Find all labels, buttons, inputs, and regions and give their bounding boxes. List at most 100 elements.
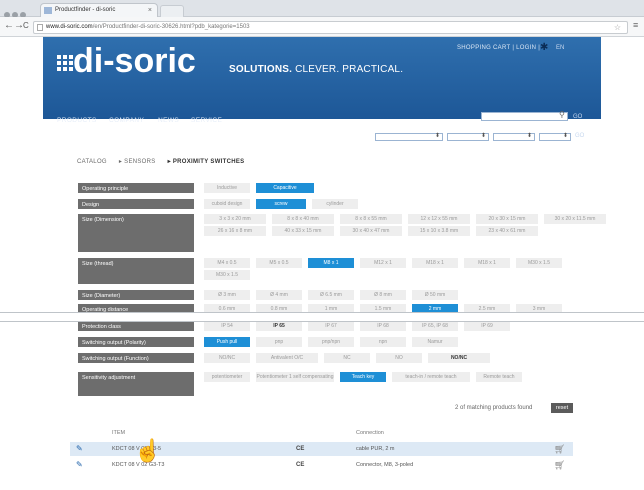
filter-label: Size (Diameter): [78, 290, 194, 300]
filter-option[interactable]: potentiometer: [204, 372, 250, 382]
browser-tab[interactable]: Productfinder - di-soric ×: [40, 3, 158, 17]
filter-option[interactable]: cuboid design: [204, 199, 250, 209]
filter-option[interactable]: Ø 8 mm: [360, 290, 406, 300]
bookmark-star-icon[interactable]: ☆: [614, 22, 621, 33]
filter-option[interactable]: M4 x 0.5: [204, 258, 250, 268]
page-icon: [37, 24, 43, 31]
crumb-sensors[interactable]: ▸ SENSORS: [119, 159, 156, 165]
nav-service[interactable]: SERVICE: [191, 117, 222, 124]
filter-option[interactable]: IP 54: [204, 321, 250, 331]
filter-option[interactable]: Capacitive: [256, 183, 314, 193]
favicon-icon: [44, 7, 52, 14]
url-path: /en/Productfinder-di-soric-30626.html?pd…: [92, 24, 250, 30]
filter-option[interactable]: 30 x 40 x 47 mm: [340, 226, 402, 236]
filter-option[interactable]: Potentiometer 1 self compensating: [256, 372, 334, 382]
filter-option[interactable]: Namur: [412, 337, 458, 347]
select-1[interactable]: ⬍: [375, 133, 443, 141]
match-count: 2 of matching products found: [455, 405, 533, 411]
browser-menu-icon[interactable]: ≡: [633, 20, 638, 30]
filter-option[interactable]: M5 x 0.5: [256, 258, 302, 268]
edit-icon[interactable]: ✎: [76, 442, 83, 456]
filter-label: Switching output (Function): [78, 353, 194, 363]
filter-option[interactable]: cylinder: [312, 199, 358, 209]
tab-bar: Productfinder - di-soric ×: [0, 0, 644, 18]
filter-option[interactable]: 30 x 20 x 11.5 mm: [544, 214, 606, 224]
filter-option[interactable]: M18 x 1: [464, 258, 510, 268]
filter-option[interactable]: teach-in / remote teach: [392, 372, 470, 382]
edit-icon[interactable]: ✎: [76, 458, 83, 472]
globe-icon[interactable]: ✱: [540, 42, 548, 53]
filter-option[interactable]: Antivalent O/C: [256, 353, 318, 363]
filter-option[interactable]: IP 69: [464, 321, 510, 331]
breadcrumb: CATALOG ▸ SENSORS ▸ PROXIMITY SWITCHES: [77, 158, 254, 165]
hand-cursor-icon: ☝: [134, 438, 162, 463]
filter-option[interactable]: IP 68: [360, 321, 406, 331]
search-go[interactable]: GO: [573, 114, 582, 120]
site-header: di-soric SOLUTIONS. CLEVER. PRACTICAL. S…: [43, 37, 601, 119]
divider: [0, 321, 644, 322]
filter-option[interactable]: M18 x 1: [412, 258, 458, 268]
filter-option[interactable]: M30 x 1.5: [204, 270, 250, 280]
site-logo[interactable]: di-soric: [73, 42, 196, 81]
col-item: ITEM: [112, 430, 126, 436]
crumb-catalog[interactable]: CATALOG: [77, 159, 107, 165]
filter-option[interactable]: NC: [324, 353, 370, 363]
search-icon[interactable]: ⚲: [559, 110, 565, 119]
filter-option[interactable]: 12 x 12 x 55 mm: [408, 214, 470, 224]
filter-option[interactable]: Ø 6.5 mm: [308, 290, 354, 300]
filter-option[interactable]: 26 x 16 x 8 mm: [204, 226, 266, 236]
filter-option[interactable]: Remote teach: [476, 372, 522, 382]
search-input[interactable]: [481, 112, 568, 121]
nav-news[interactable]: NEWS: [158, 117, 179, 124]
cart-icon[interactable]: 🛒︎: [554, 458, 565, 472]
filter-option[interactable]: 20 x 30 x 15 mm: [476, 214, 538, 224]
select-3[interactable]: ⬍: [493, 133, 535, 141]
address-bar[interactable]: www.di-soric.com/en/Productfinder-di-sor…: [33, 21, 628, 34]
filter-option[interactable]: Teach key: [340, 372, 386, 382]
filter-go[interactable]: GO: [575, 133, 584, 139]
filter-option[interactable]: NO/NC: [428, 353, 490, 363]
filter-row: Size (Dimension) 3 x 3 x 20 mm 8 x 8 x 40 …: [78, 214, 606, 252]
filter-option[interactable]: M12 x 1: [360, 258, 406, 268]
nav-company[interactable]: COMPANY: [109, 117, 144, 124]
filter-option[interactable]: Inductive: [204, 183, 250, 193]
filter-option[interactable]: Push pull: [204, 337, 250, 347]
filter-option[interactable]: screw: [256, 199, 306, 209]
language-label[interactable]: EN: [556, 45, 564, 51]
reload-button[interactable]: C: [23, 19, 29, 33]
filter-label: Design: [78, 199, 194, 209]
navigation-bar: ← → C www.di-soric.com/en/Productfinder-…: [0, 17, 644, 37]
filter-option[interactable]: M8 x 1: [308, 258, 354, 268]
filter-option[interactable]: Ø 3 mm: [204, 290, 250, 300]
filter-option[interactable]: 8 x 8 x 40 mm: [272, 214, 334, 224]
filter-option[interactable]: 3 x 3 x 20 mm: [204, 214, 266, 224]
filter-row: Operating principle Inductive Capacitive: [78, 183, 602, 193]
select-2[interactable]: ⬍: [447, 133, 489, 141]
top-links[interactable]: SHOPPING CART | LOGIN |: [457, 45, 540, 51]
filter-option[interactable]: pnp: [256, 337, 302, 347]
filter-option[interactable]: Ø 50 mm: [412, 290, 458, 300]
filter-option[interactable]: M30 x 1.5: [516, 258, 562, 268]
filter-option[interactable]: 23 x 40 x 61 mm: [476, 226, 538, 236]
filter-option[interactable]: IP 67: [308, 321, 354, 331]
filter-option[interactable]: IP 65: [256, 321, 302, 331]
filter-option[interactable]: 8 x 8 x 55 mm: [340, 214, 402, 224]
filter-option[interactable]: NO/NC: [204, 353, 250, 363]
filter-option[interactable]: pnp/npn: [308, 337, 354, 347]
cart-icon[interactable]: 🛒︎: [554, 442, 565, 456]
filter-option[interactable]: 40 x 33 x 15 mm: [272, 226, 334, 236]
select-4[interactable]: ⬍: [539, 133, 571, 141]
reset-button[interactable]: reset: [551, 403, 573, 413]
close-tab-icon[interactable]: ×: [148, 4, 152, 17]
new-tab-button[interactable]: [160, 5, 184, 17]
row-connection: Connector, M8, 3-poled: [356, 462, 414, 468]
filter-option[interactable]: IP 65, IP 68: [412, 321, 458, 331]
filter-option[interactable]: npn: [360, 337, 406, 347]
crumb-proximity: ▸ PROXIMITY SWITCHES: [167, 159, 245, 165]
filter-option[interactable]: NO: [376, 353, 422, 363]
filter-option[interactable]: 15 x 10 x 3.8 mm: [408, 226, 470, 236]
slogan: SOLUTIONS. CLEVER. PRACTICAL.: [229, 64, 404, 75]
filter-option[interactable]: Ø 4 mm: [256, 290, 302, 300]
back-button[interactable]: ←: [4, 19, 14, 33]
nav-products[interactable]: PRODUCTS: [57, 117, 97, 124]
